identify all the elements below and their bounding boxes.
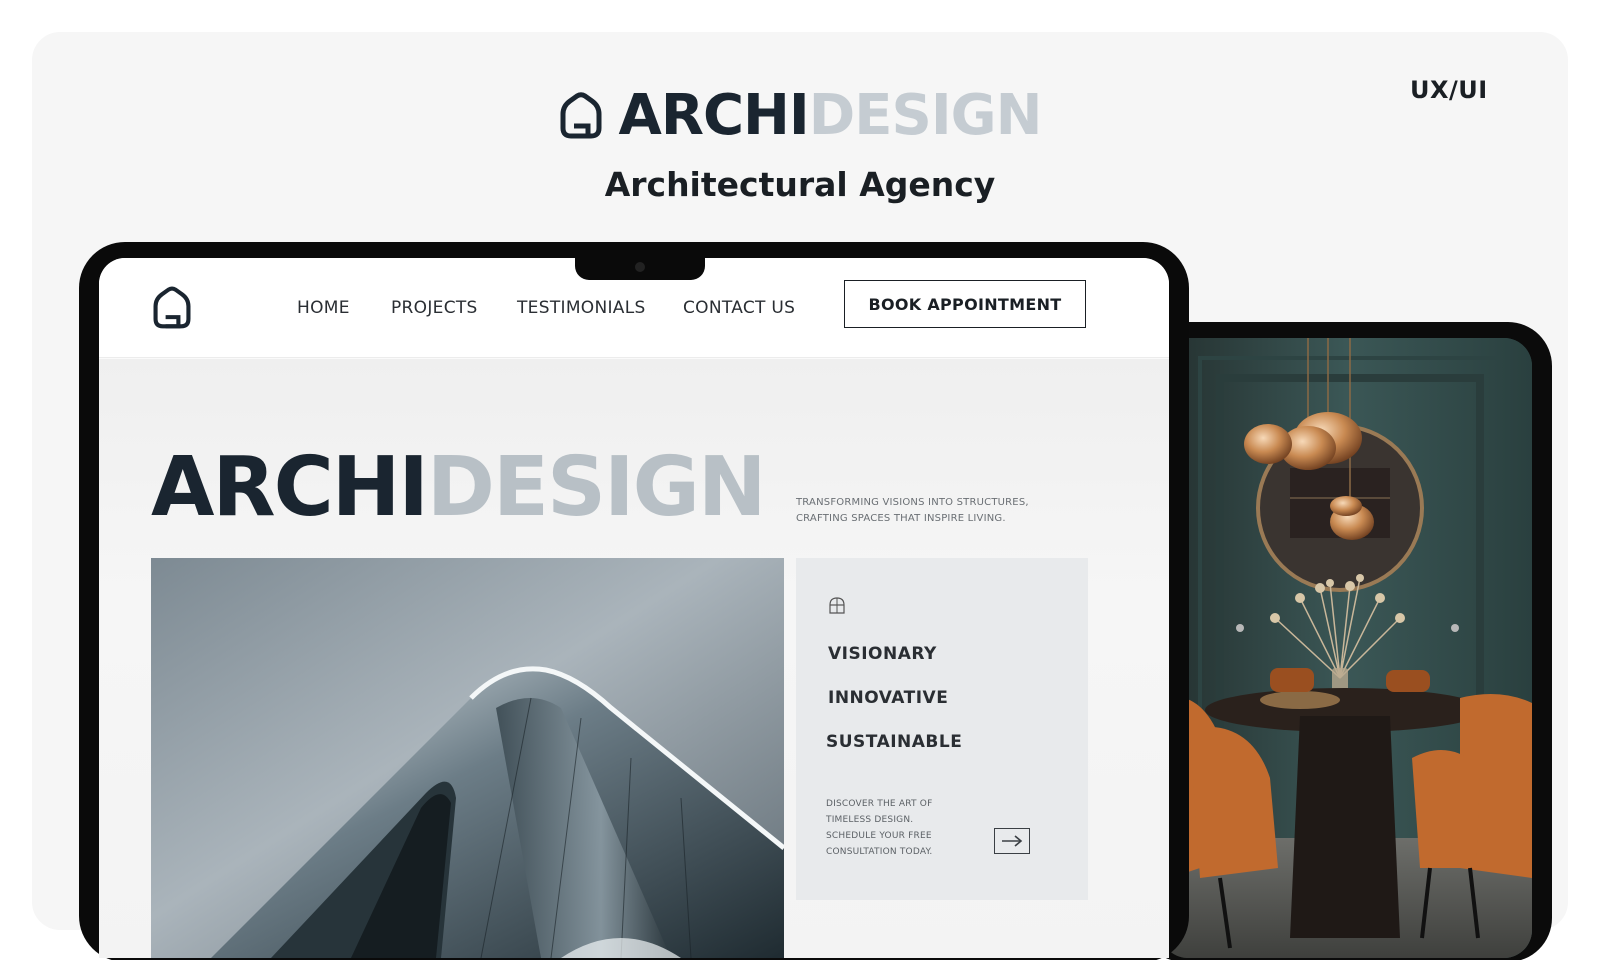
nav-contact[interactable]: CONTACT US <box>683 298 795 318</box>
dome-icon <box>829 597 845 614</box>
nav-home[interactable]: HOME <box>297 298 350 318</box>
camera-notch <box>575 258 705 280</box>
hero-title-light: DESIGN <box>426 440 767 535</box>
nav-testimonials[interactable]: TESTIMONIALS <box>517 298 646 318</box>
value-sustainable: SUSTAINABLE <box>826 732 963 752</box>
brand-header: ARCHIDESIGN <box>0 88 1600 144</box>
brand-subtitle: Architectural Agency <box>604 165 996 204</box>
value-innovative: INNOVATIVE <box>828 688 949 708</box>
values-panel: VISIONARY INNOVATIVE SUSTAINABLE DISCOVE… <box>796 558 1088 900</box>
arrow-button[interactable] <box>994 828 1030 854</box>
value-visionary: VISIONARY <box>828 644 937 664</box>
tablet-mockup <box>1140 322 1552 960</box>
brand-name-dark: ARCHI <box>618 83 809 148</box>
building-photo <box>151 558 784 958</box>
hero-title-dark: ARCHI <box>151 440 429 535</box>
website-screen: HOME PROJECTS TESTIMONIALS CONTACT US BO… <box>99 258 1169 958</box>
arrow-right-icon <box>1002 835 1023 847</box>
interior-photo <box>1160 338 1532 958</box>
hero-section: ARCHIDESIGN TRANSFORMING VISIONS INTO ST… <box>99 359 1169 958</box>
book-appointment-button[interactable]: BOOK APPOINTMENT <box>844 280 1086 328</box>
consultation-text: DISCOVER THE ART OF TIMELESS DESIGN. SCH… <box>826 799 933 857</box>
nav-projects[interactable]: PROJECTS <box>391 298 478 318</box>
laptop-mockup: HOME PROJECTS TESTIMONIALS CONTACT US BO… <box>79 242 1189 960</box>
hero-tagline: TRANSFORMING VISIONS INTO STRUCTURES, CR… <box>796 497 1029 524</box>
house-logo-icon <box>560 92 602 139</box>
brand-name-light: DESIGN <box>808 83 1043 148</box>
hero-title: ARCHIDESIGN <box>151 447 767 529</box>
house-logo-icon[interactable] <box>151 286 193 330</box>
